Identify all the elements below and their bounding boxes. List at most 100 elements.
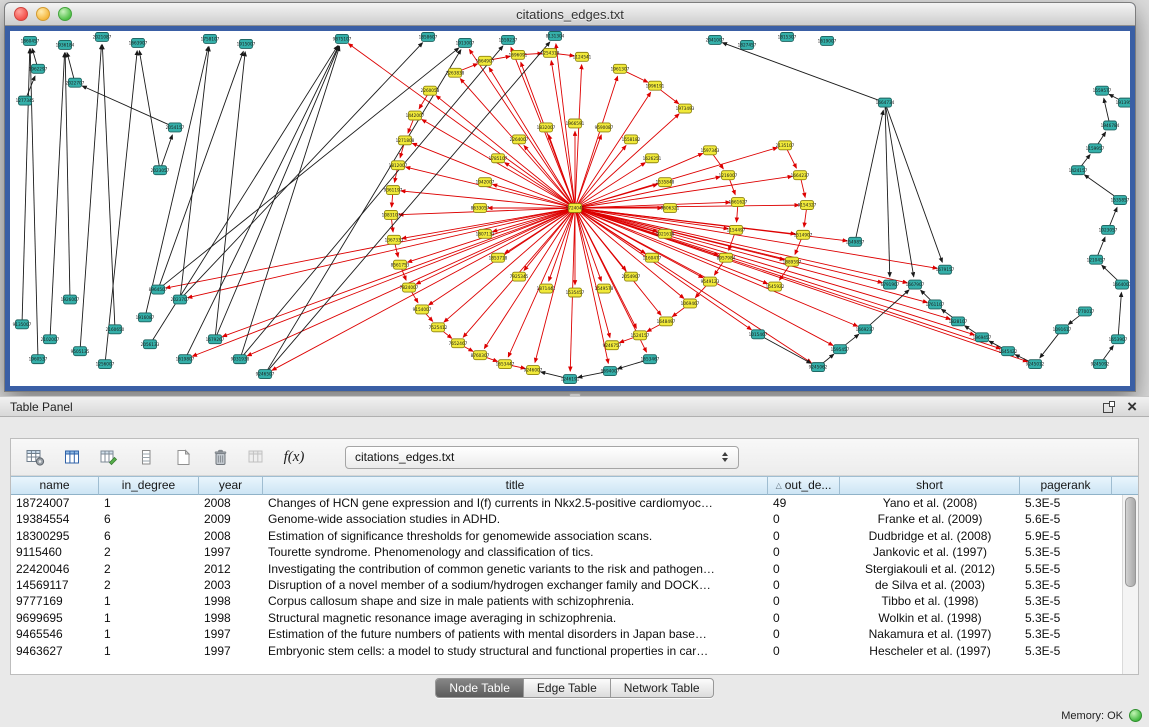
graph-edge[interactable] [158,51,243,289]
table-row[interactable]: 1872400712008Changes of HCN gene express… [11,495,1123,511]
graph-node-label: 2054907 [622,274,641,279]
column-header-in-degree[interactable]: in_degree [99,476,199,495]
float-panel-icon-corner [1109,401,1115,407]
graph-edge[interactable] [723,43,885,103]
column-header-name[interactable]: name [11,476,99,495]
columns-icon [64,449,81,466]
window-titlebar[interactable]: citations_edges.txt [5,3,1135,26]
memory-ok-indicator [1129,709,1142,722]
graph-node-label: 1926007 [61,297,80,302]
graph-edge[interactable] [855,110,883,241]
table-row[interactable]: 1456911722003Disruption of a novel membe… [11,577,1123,593]
cell-in-degree: 2 [99,577,199,593]
table-scrollbar[interactable] [1122,495,1138,674]
graph-edge[interactable] [575,176,792,208]
graph-edge[interactable] [412,143,575,208]
header-filler [1112,476,1138,495]
graph-edge[interactable] [145,47,208,318]
graph-node-label: 1559577 [1093,88,1112,93]
cell-title: Investigating the contribution of common… [263,561,768,577]
graph-edge[interactable] [575,208,858,326]
table-row[interactable]: 969969511998Structural magnetic resonanc… [11,610,1123,626]
table-row[interactable]: 946554611997Estimation of the future num… [11,626,1123,642]
cell-pagerank: 5.5E-5 [1020,561,1112,577]
table-row[interactable]: 1938455462009Genome-wide association stu… [11,511,1123,527]
graph-edge[interactable] [22,49,30,324]
graph-edge[interactable] [758,334,811,363]
graph-edge[interactable] [240,46,503,359]
graph-node-label: 1645422 [999,349,1018,354]
graph-edge[interactable] [575,208,950,319]
cell-short: Yano et al. (2008) [840,495,1020,511]
new-table-button[interactable] [169,444,197,470]
graph-edge[interactable] [505,163,575,208]
graph-edge[interactable] [272,208,575,370]
graph-node-label: 2023707 [171,297,190,302]
graph-edge[interactable] [180,43,423,300]
graph-edge[interactable] [885,103,942,263]
network-canvas[interactable]: 1724041960632115358481626251155818295900… [10,31,1130,386]
table-row[interactable]: 977716911998Corpus callosum shape and si… [11,593,1123,609]
zoom-window-button[interactable] [58,7,72,21]
cell-out-de: 0 [768,561,840,577]
graph-edge[interactable] [188,208,575,298]
minimize-window-button[interactable] [36,7,50,21]
table-row[interactable]: 946362711997Embryonic stem cells: a mode… [11,643,1123,659]
column-header-label: pagerank [1040,478,1090,492]
table-row[interactable]: 2242004622012Investigating the contribut… [11,561,1123,577]
graph-edge[interactable] [444,208,575,322]
cell-year: 2012 [199,561,263,577]
column-header-out-de[interactable]: △out_de... [768,476,840,495]
tab-edge-table[interactable]: Edge Table [524,679,611,697]
column-header-pagerank[interactable]: pagerank [1020,476,1112,495]
row-list-button[interactable] [132,444,160,470]
graph-node-label: 2160650 [106,327,125,332]
graph-edge[interactable] [575,163,645,208]
graph-edge[interactable] [180,47,209,300]
close-panel-button[interactable]: × [1127,401,1137,413]
cell-in-degree: 6 [99,511,199,527]
graph-edge[interactable] [575,208,833,345]
graph-edge[interactable] [160,135,172,170]
create-column-button[interactable] [95,444,123,470]
graph-edge[interactable] [575,65,582,208]
graph-edge[interactable] [30,49,38,359]
close-window-button[interactable] [14,7,28,21]
scrollbar-thumb[interactable] [1125,497,1136,587]
graph-edge[interactable] [139,51,160,170]
graph-edge[interactable] [575,208,937,268]
function-builder-button[interactable]: f(x) [280,444,308,470]
column-header-short[interactable]: short [840,476,1020,495]
graph-edge[interactable] [215,52,245,339]
network-selector[interactable]: citations_edges.txt [345,446,739,469]
graph-edge[interactable] [80,45,101,351]
graph-edge[interactable] [575,208,974,335]
tab-network-table[interactable]: Network Table [611,679,713,697]
graph-edge[interactable] [484,208,575,348]
graph-edge[interactable] [65,53,70,300]
graph-edge[interactable] [247,208,575,356]
graph-edge[interactable] [416,208,575,284]
column-header-year[interactable]: year [199,476,263,495]
tab-node-table[interactable]: Node Table [436,679,524,697]
graph-edge[interactable] [575,208,927,302]
graph-node-label: 2263838 [446,70,465,75]
delete-table-button[interactable] [206,444,234,470]
graph-edge[interactable] [575,208,882,283]
float-panel-button[interactable] [1103,401,1115,413]
graph-node-label: 9031938 [231,357,250,362]
graph-node-label: 1696091 [509,52,528,57]
column-header-title[interactable]: title [263,476,768,495]
graph-edge[interactable] [575,153,703,208]
cell-pagerank: 5.3E-5 [1020,610,1112,626]
table-row[interactable]: 1830029562008Estimation of significance … [11,528,1123,544]
show-columns-button[interactable] [58,444,86,470]
rows-icon [141,449,152,466]
graph-edge[interactable] [1118,293,1121,340]
table-row[interactable]: 911546021997Tourette syndrome. Phenomeno… [11,544,1123,560]
graph-edge[interactable] [192,208,575,356]
graph-edge[interactable] [215,46,339,339]
graph-edge[interactable] [185,46,338,359]
graph-node-label: 1973493 [676,106,695,111]
table-mode-button[interactable] [21,444,49,470]
